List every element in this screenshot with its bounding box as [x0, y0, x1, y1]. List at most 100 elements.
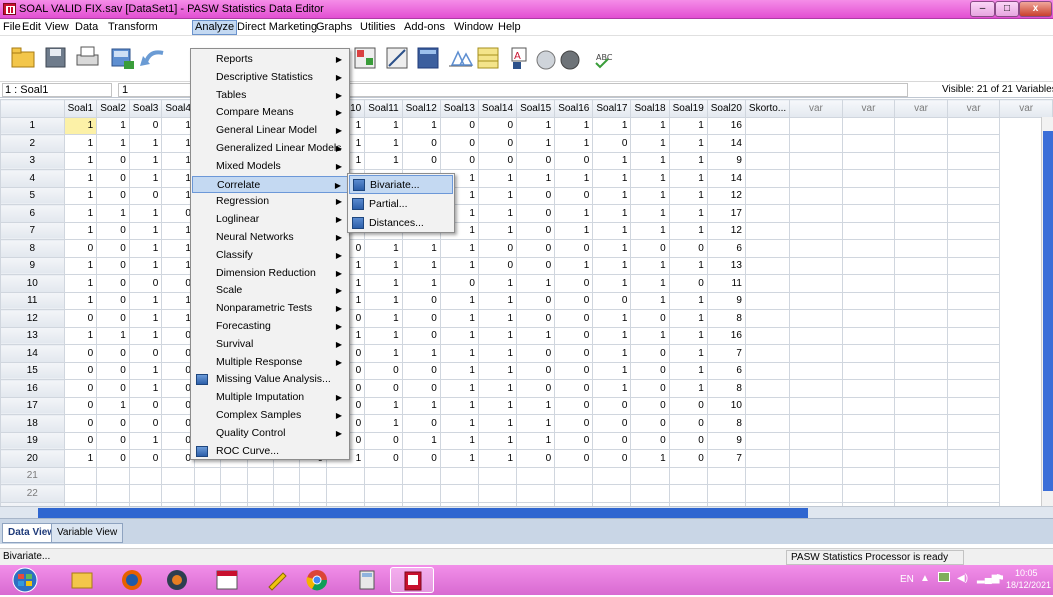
vertical-scrollbar[interactable]	[1041, 117, 1053, 506]
data-cell[interactable]: 0	[516, 291, 556, 310]
data-cell[interactable]: 0	[401, 414, 441, 433]
data-cell[interactable]: 1	[364, 274, 403, 293]
data-cell[interactable]: 0	[63, 414, 98, 433]
data-cell[interactable]	[789, 414, 843, 433]
data-cell[interactable]: 0	[516, 361, 556, 380]
data-cell[interactable]	[789, 361, 843, 380]
data-cell[interactable]: 1	[668, 326, 708, 345]
data-cell[interactable]: 1	[630, 221, 670, 240]
data-cell[interactable]: 1	[128, 151, 163, 170]
menu-item-generalized-linear-models[interactable]: Generalized Linear Models ▶	[192, 140, 348, 157]
column-header[interactable]: Soal19	[668, 99, 708, 118]
select-cases-icon[interactable]	[417, 47, 439, 69]
data-cell[interactable]: 1	[128, 256, 163, 275]
data-cell[interactable]: 1	[439, 256, 479, 275]
data-cell[interactable]	[193, 484, 222, 503]
data-cell[interactable]	[841, 221, 896, 240]
data-cell[interactable]: 0	[63, 344, 98, 363]
data-cell[interactable]	[744, 309, 791, 328]
row-header[interactable]: 1	[0, 116, 65, 135]
data-cell[interactable]: 1	[516, 274, 556, 293]
data-cell[interactable]	[894, 256, 948, 275]
data-cell[interactable]: 0	[96, 309, 130, 328]
menu-item-multiple-response[interactable]: Multiple Response ▶	[192, 354, 348, 371]
data-cell[interactable]: 17	[706, 204, 746, 223]
data-cell[interactable]	[364, 484, 403, 503]
data-cell[interactable]: 0	[516, 151, 556, 170]
data-cell[interactable]	[246, 466, 274, 485]
data-cell[interactable]: 0	[477, 116, 518, 135]
row-header[interactable]: 3	[0, 151, 65, 170]
split-file-icon[interactable]	[354, 47, 376, 69]
data-cell[interactable]	[894, 396, 948, 415]
data-cell[interactable]: 1	[477, 344, 518, 363]
menu-item-neural-networks[interactable]: Neural Networks ▶	[192, 229, 348, 246]
data-cell[interactable]: 1	[364, 116, 403, 135]
data-cell[interactable]: 0	[63, 239, 98, 258]
data-cell[interactable]: 0	[364, 431, 403, 450]
data-cell[interactable]	[706, 466, 746, 485]
tray-language[interactable]: EN	[900, 574, 914, 585]
data-cell[interactable]: 1	[128, 431, 163, 450]
data-cell[interactable]	[946, 221, 1001, 240]
data-cell[interactable]	[946, 414, 1001, 433]
data-cell[interactable]	[789, 291, 843, 310]
menu-item-quality-control[interactable]: Quality Control ▶	[192, 425, 348, 442]
data-cell[interactable]: 0	[554, 239, 594, 258]
data-cell[interactable]: 1	[63, 186, 98, 205]
data-cell[interactable]: 7	[706, 344, 746, 363]
row-header[interactable]: 7	[0, 221, 65, 240]
data-cell[interactable]	[946, 326, 1001, 345]
row-header[interactable]: 12	[0, 309, 65, 328]
data-cell[interactable]: 8	[706, 309, 746, 328]
menu-item-complex-samples[interactable]: Complex Samples ▶	[192, 407, 348, 424]
row-header[interactable]: 17	[0, 396, 65, 415]
data-cell[interactable]	[744, 221, 791, 240]
column-header[interactable]: Soal2	[96, 99, 130, 118]
data-cell[interactable]	[946, 151, 1001, 170]
data-cell[interactable]: 0	[554, 291, 594, 310]
data-cell[interactable]: 0	[477, 151, 518, 170]
data-cell[interactable]: 0	[439, 151, 479, 170]
column-header[interactable]: Soal20	[706, 99, 746, 118]
data-cell[interactable]	[946, 431, 1001, 450]
tray-date[interactable]: 18/12/2021	[1006, 580, 1051, 590]
data-cell[interactable]: 1	[401, 116, 441, 135]
data-cell[interactable]	[516, 466, 556, 485]
data-cell[interactable]	[592, 484, 632, 503]
data-cell[interactable]	[744, 186, 791, 205]
grid-corner[interactable]	[0, 99, 65, 118]
data-cell[interactable]: 12	[706, 186, 746, 205]
data-cell[interactable]	[96, 484, 130, 503]
show-all-variables-icon[interactable]: A	[511, 47, 527, 69]
data-cell[interactable]: 0	[630, 344, 670, 363]
data-cell[interactable]: 0	[401, 291, 441, 310]
data-cell[interactable]: 1	[63, 221, 98, 240]
data-cell[interactable]: 1	[63, 449, 98, 468]
column-header[interactable]: var	[841, 99, 896, 118]
data-cell[interactable]: 8	[706, 414, 746, 433]
data-cell[interactable]: 1	[439, 396, 479, 415]
data-cell[interactable]: 1	[128, 204, 163, 223]
data-cell[interactable]: 0	[96, 291, 130, 310]
data-cell[interactable]: 0	[128, 186, 163, 205]
data-cell[interactable]	[668, 466, 708, 485]
data-cell[interactable]: 1	[128, 326, 163, 345]
tab-variable-view[interactable]: Variable View	[51, 523, 124, 543]
data-cell[interactable]: 0	[128, 414, 163, 433]
column-header[interactable]: Soal14	[477, 99, 518, 118]
minimize-button[interactable]: –	[970, 1, 995, 17]
data-cell[interactable]: 0	[630, 414, 670, 433]
data-cell[interactable]: 0	[630, 361, 670, 380]
data-cell[interactable]	[789, 379, 843, 398]
data-cell[interactable]: 0	[63, 361, 98, 380]
data-cell[interactable]: 1	[592, 151, 632, 170]
data-cell[interactable]: 0	[96, 344, 130, 363]
data-cell[interactable]: 1	[668, 221, 708, 240]
data-cell[interactable]: 0	[554, 186, 594, 205]
data-cell[interactable]: 0	[96, 274, 130, 293]
data-cell[interactable]	[789, 309, 843, 328]
data-cell[interactable]: 1	[668, 169, 708, 188]
menu-transform[interactable]: Transform	[108, 21, 158, 33]
data-cell[interactable]: 0	[554, 449, 594, 468]
